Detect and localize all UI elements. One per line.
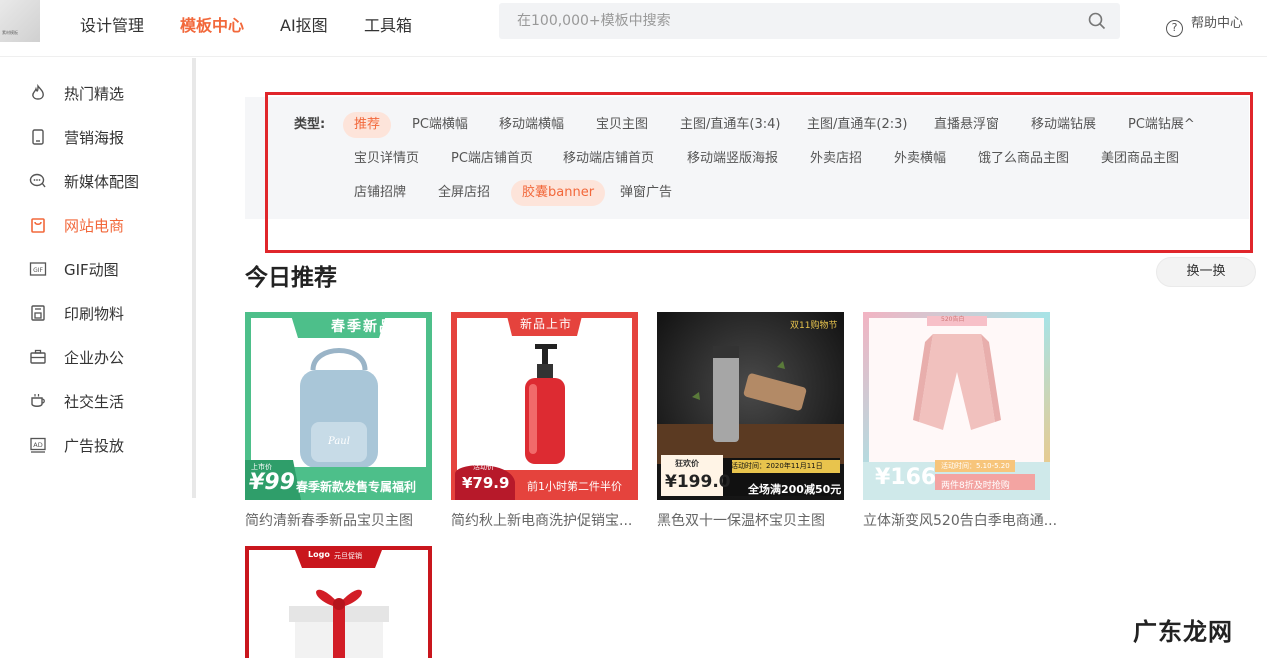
card-extra: 活动时间：5.10-5.20 — [941, 462, 1010, 470]
sidebar-item-poster[interactable]: 营销海报 — [29, 127, 124, 149]
sidebar-item-label: 广告投放 — [64, 437, 125, 455]
svg-text:GIF: GIF — [33, 267, 43, 274]
sidebar-item-label: 印刷物料 — [64, 305, 125, 323]
section-title: 今日推荐 — [245, 265, 337, 291]
logo[interactable]: 素材模板 — [0, 0, 40, 42]
card-tag: 新品上市 — [520, 317, 573, 331]
template-card[interactable]: 新品上市 活动价 ¥79.9 前1小时第二件半价 — [451, 312, 638, 500]
sidebar-item-label: 企业办公 — [64, 349, 125, 367]
template-thumbnail — [245, 546, 432, 658]
sidebar-item-ads[interactable]: AD 广告投放 — [29, 435, 124, 457]
sidebar-item-office[interactable]: 企业办公 — [29, 347, 124, 369]
sidebar-item-label: 社交生活 — [64, 393, 125, 411]
sidebar-item-label: GIF动图 — [64, 261, 119, 279]
card-title[interactable]: 简约清新春季新品宝贝主图 — [245, 510, 413, 530]
card-extra: 活动时间：2020年11月11日 — [731, 462, 823, 470]
template-card[interactable]: Logo 元旦促销 — [245, 546, 432, 658]
gif-icon: GIF — [29, 262, 47, 276]
sidebar-scrollbar[interactable] — [192, 58, 196, 498]
card-tag: 春季新品 — [331, 319, 395, 335]
template-card[interactable]: Paul 春季新品 上市价 ¥99 春季新款发售专属福利 — [245, 312, 432, 500]
card-tag: 元旦促销 — [334, 552, 362, 560]
card-promo: 前1小时第二件半价 — [527, 480, 622, 493]
phone-icon — [32, 129, 44, 145]
card-price-prefix: 活动价 — [473, 463, 494, 471]
card-logo: Logo — [308, 550, 330, 559]
card-title[interactable]: 黑色双十一保温杯宝贝主图 — [657, 510, 825, 530]
template-card[interactable]: 520告白 ¥166 活动时间：5.10-5.20 两件8折及时抢购 — [863, 312, 1050, 500]
card-title[interactable]: 立体渐变风520告白季电商通... — [863, 510, 1057, 530]
question-icon: ? — [1166, 20, 1183, 37]
printer-icon — [31, 305, 45, 321]
card-promo: 全场满200减50元 — [748, 483, 842, 496]
svg-text:Paul: Paul — [327, 436, 350, 447]
sidebar-item-social[interactable]: 社交生活 — [29, 391, 124, 413]
card-promo: 春季新款发售专属福利 — [296, 480, 417, 494]
sidebar-item-print[interactable]: 印刷物料 — [29, 303, 124, 325]
card-price: ¥99 — [249, 470, 295, 495]
nav-template-center[interactable]: 模板中心 — [180, 12, 244, 35]
sidebar-item-gif[interactable]: GIF GIF动图 — [29, 259, 119, 281]
svg-text:AD: AD — [33, 441, 42, 449]
template-card[interactable]: 双11购物节 狂欢价 ¥199.0 活动时间：2020年11月11日 全场满20… — [657, 312, 844, 500]
search-bar — [499, 3, 1120, 39]
logo-text: 素材模板 — [2, 30, 18, 35]
nav-ai-cutout[interactable]: AI抠图 — [280, 12, 328, 35]
sidebar-item-new-media[interactable]: 新媒体配图 — [29, 171, 139, 193]
sidebar-item-label: 新媒体配图 — [64, 173, 140, 191]
card-price: ¥79.9 — [462, 474, 510, 492]
card-price-prefix: 狂欢价 — [675, 459, 699, 468]
highlight-box — [265, 92, 1253, 253]
card-tag: 520告白 — [941, 316, 965, 323]
card-title[interactable]: 简约秋上新电商洗护促销宝... — [451, 510, 632, 530]
sidebar-item-label: 网站电商 — [64, 217, 125, 235]
sidebar-item-label: 热门精选 — [64, 85, 125, 103]
top-bar: 素材模板 设计管理 模板中心 AI抠图 工具箱 ? 帮助中心 — [0, 0, 1267, 57]
nav-toolbox[interactable]: 工具箱 — [364, 12, 412, 35]
search-icon[interactable] — [1088, 12, 1106, 30]
card-price: ¥166 — [875, 465, 937, 490]
help-center-link[interactable]: ? 帮助中心 — [1166, 12, 1244, 37]
watermark: 广东龙网 — [1133, 618, 1233, 646]
flame-icon — [32, 84, 44, 100]
sidebar: 热门精选 营销海报 新媒体配图 网站电商 GIF GIF动图 印刷物料 企业办公 … — [0, 58, 193, 658]
help-label: 帮助中心 — [1191, 16, 1244, 31]
card-promo: 两件8折及时抢购 — [941, 481, 1010, 491]
search-input[interactable] — [517, 11, 1057, 31]
sidebar-item-ecommerce[interactable]: 网站电商 — [29, 215, 124, 237]
briefcase-icon — [30, 349, 46, 364]
card-price: ¥199.0 — [665, 472, 731, 492]
coffee-cup-icon — [31, 394, 45, 407]
card-tag: 双11购物节 — [790, 321, 838, 331]
sidebar-item-label: 营销海报 — [64, 129, 125, 147]
ad-icon: AD — [30, 437, 46, 453]
sidebar-item-hot[interactable]: 热门精选 — [29, 83, 124, 105]
shopping-bag-icon — [31, 218, 45, 233]
chat-icon — [29, 173, 46, 188]
nav-design-manage[interactable]: 设计管理 — [80, 12, 144, 35]
refresh-button[interactable]: 换一换 — [1156, 257, 1256, 287]
